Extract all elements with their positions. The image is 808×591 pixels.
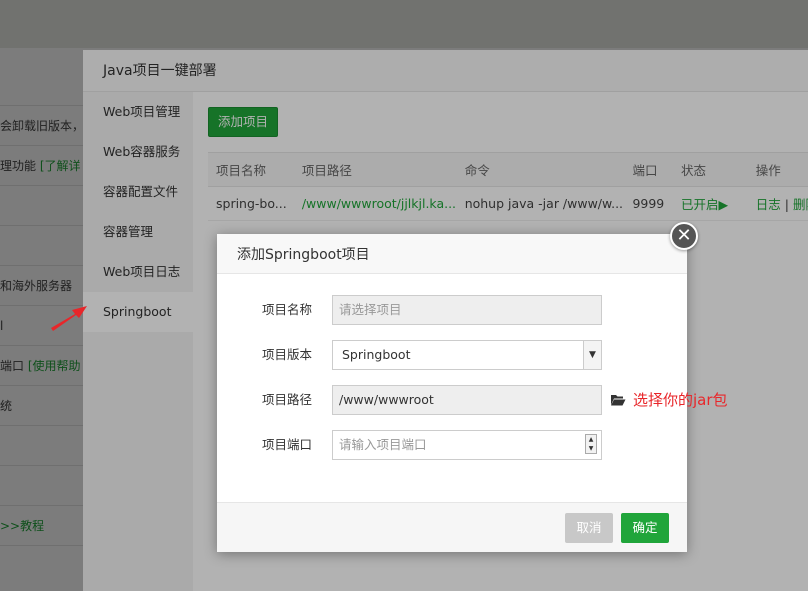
add-springboot-modal: 添加Springboot项目 项目名称 请选择项目 项目版本 Springboo… (217, 234, 728, 552)
project-version-label: 项目版本 (261, 347, 312, 362)
form-row-port: 项目端口 请输入项目端口 ▲ ▼ (217, 430, 687, 460)
close-icon[interactable]: ✕ (670, 222, 698, 250)
project-port-input[interactable]: 请输入项目端口 (332, 430, 602, 460)
project-name-input[interactable]: 请选择项目 (332, 295, 602, 325)
modal-footer: 取消 确定 (217, 502, 687, 552)
jar-hint-annotation: 选择你的jar包 (633, 391, 728, 409)
folder-open-icon[interactable] (610, 392, 626, 408)
form-row-path: 项目路径 /www/wwwroot 选择你的jar包 (217, 385, 728, 415)
cancel-button[interactable]: 取消 (565, 513, 613, 543)
project-version-select[interactable]: Springboot ▼ (332, 340, 602, 370)
form-row-version: 项目版本 Springboot ▼ (217, 340, 687, 370)
modal-title: 添加Springboot项目 (217, 234, 687, 274)
form-row-name: 项目名称 请选择项目 (217, 295, 687, 325)
project-name-label: 项目名称 (261, 302, 312, 317)
port-spinner-icon[interactable]: ▲ ▼ (585, 434, 597, 454)
project-path-label: 项目路径 (261, 392, 312, 407)
red-arrow-annotation-icon (51, 306, 87, 331)
chevron-down-icon[interactable]: ▼ (583, 341, 601, 369)
project-version-value: Springboot (342, 347, 411, 362)
project-path-input[interactable]: /www/wwwroot (332, 385, 602, 415)
confirm-button[interactable]: 确定 (621, 513, 669, 543)
project-port-label: 项目端口 (261, 437, 312, 452)
